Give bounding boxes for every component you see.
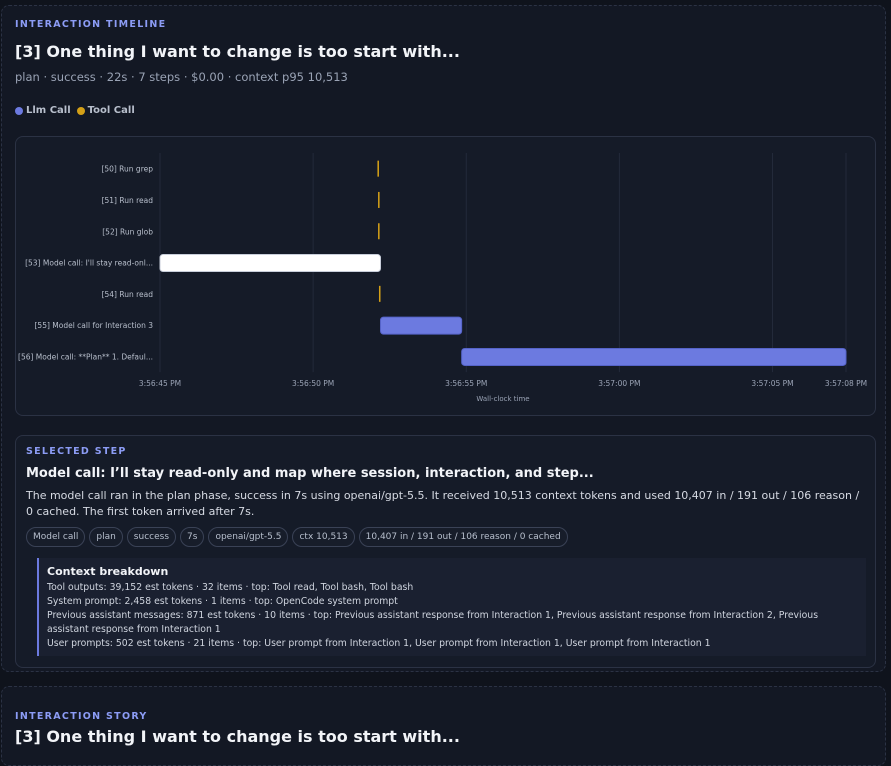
- selected-kicker: SELECTED STEP: [26, 446, 127, 457]
- interaction-meta: plan · success · 22s · 7 steps · $0.00 ·…: [15, 70, 348, 84]
- story-kicker: INTERACTION STORY: [15, 711, 148, 722]
- tag-phase: plan: [89, 527, 123, 547]
- row-label: [56] Model call: **Plan** 1. Defaul...: [18, 352, 153, 361]
- x-tick-label: 3:57:00 PM: [598, 379, 640, 388]
- x-tick-label: 3:56:45 PM: [139, 379, 181, 388]
- row-label: [55] Model call for Interaction 3: [35, 321, 154, 330]
- tag-tokens: 10,407 in / 191 out / 106 reason / 0 cac…: [358, 527, 568, 547]
- selected-llm-call-bar: [159, 254, 381, 273]
- row-label: [52] Run glob: [102, 227, 153, 236]
- interaction-story-panel: INTERACTION STORY [3] One thing I want t…: [1, 686, 886, 766]
- tool-call-bar: [378, 285, 381, 302]
- context-line-user-prompts: User prompts: 502 est tokens · 21 items …: [47, 638, 711, 649]
- tool-call-bar: [378, 223, 380, 240]
- llm-dot-icon: [15, 106, 23, 115]
- llm-call-bar: [461, 347, 847, 366]
- page-title: [3] One thing I want to change is too st…: [15, 42, 460, 61]
- tag-model: openai/gpt-5.5: [208, 527, 289, 547]
- row-label: [54] Run read: [102, 290, 154, 299]
- context-line-system-prompt: System prompt: 2,458 est tokens · 1 item…: [47, 596, 398, 607]
- x-tick-label: 3:56:55 PM: [445, 379, 487, 388]
- gantt-svg: 3:56:45 PM 3:56:50 PM 3:56:55 PM 3:57:00 PM…: [18, 153, 867, 403]
- tool-dot-icon: [76, 106, 85, 115]
- legend-item-tool: Tool Call: [76, 105, 135, 116]
- x-axis-label: Wall-clock time: [476, 395, 529, 403]
- legend: Llm Call Tool Call: [15, 105, 135, 116]
- timeline-chart: 3:56:45 PM 3:56:50 PM 3:56:55 PM 3:57:00 PM…: [15, 136, 876, 416]
- legend-item-llm: Llm Call: [15, 105, 71, 116]
- tool-call-bar: [378, 191, 380, 208]
- tool-call-bar: [377, 160, 379, 177]
- llm-call-bar: [380, 316, 463, 335]
- row-label: [51] Run read: [102, 196, 154, 205]
- context-line-tool-outputs: Tool outputs: 39,152 est tokens · 32 ite…: [47, 582, 414, 593]
- tag-kind: Model call: [26, 527, 86, 547]
- selected-step-title: Model call: I’ll stay read-only and map …: [26, 466, 594, 481]
- row-label: [50] Run grep: [101, 165, 153, 174]
- story-title: [3] One thing I want to change is too st…: [15, 727, 460, 746]
- selected-step-card: SELECTED STEP Model call: I’ll stay read…: [15, 435, 876, 668]
- interaction-timeline-panel: INTERACTION TIMELINE [3] One thing I wan…: [1, 5, 886, 672]
- x-tick-label: 3:57:08 PM: [825, 379, 867, 388]
- selected-step-summary: The model call ran in the plan phase, su…: [26, 489, 860, 518]
- row-label: [53] Model call: I'll stay read-onl...: [25, 259, 153, 268]
- step-tags: Model call plan success 7s openai/gpt-5.…: [26, 527, 568, 547]
- x-tick-label: 3:57:05 PM: [751, 379, 793, 388]
- context-heading: Context breakdown: [47, 565, 169, 578]
- x-tick-label: 3:56:50 PM: [292, 379, 334, 388]
- tag-context: ctx 10,513: [292, 527, 355, 547]
- tag-status: success: [126, 527, 177, 547]
- tag-duration: 7s: [180, 527, 205, 547]
- timeline-kicker: INTERACTION TIMELINE: [15, 19, 167, 30]
- context-line-assistant-messages: Previous assistant messages: 871 est tok…: [47, 610, 819, 635]
- context-breakdown: Context breakdown Tool outputs: 39,152 e…: [37, 558, 866, 656]
